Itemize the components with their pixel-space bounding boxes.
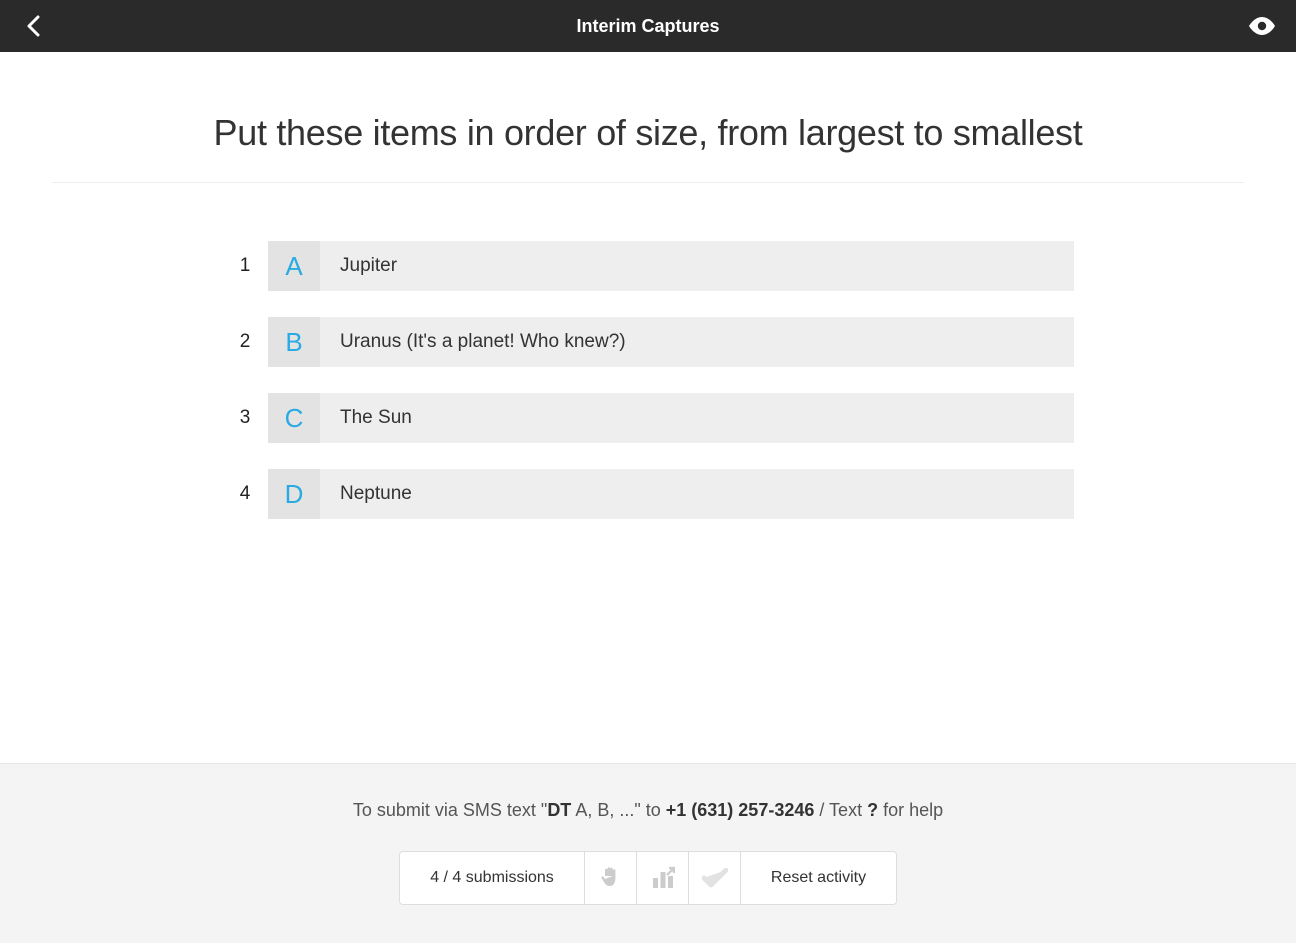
body-area: Put these items in order of size, from l… [0,52,1296,943]
sms-text: To submit via SMS text " [353,800,547,820]
divider [52,182,1244,183]
check-icon [702,868,728,888]
option-text: The Sun [320,407,412,429]
sortable-option[interactable]: B Uranus (It's a planet! Who knew?) [268,317,1074,367]
sms-text: / Text [814,800,867,820]
option-text: Neptune [320,483,412,505]
ordinal-number: 2 [222,331,268,353]
main-content: Put these items in order of size, from l… [0,52,1296,763]
sortable-option[interactable]: A Jupiter [268,241,1074,291]
options-list: 1 A Jupiter 2 B Uranus (It's a planet! W… [222,241,1074,519]
footer: To submit via SMS text "DT A, B, ..." to… [0,763,1296,943]
ordinal-number: 1 [222,255,268,277]
ordinal-number: 3 [222,407,268,429]
option-row: 4 D Neptune [222,469,1074,519]
ordinal-number: 4 [222,483,268,505]
page-title: Interim Captures [576,16,719,37]
back-button[interactable] [20,13,46,39]
eye-icon [1248,17,1276,35]
results-button[interactable] [637,852,689,904]
reveal-answer-button[interactable] [689,852,741,904]
sms-help-char: ? [867,800,878,820]
option-text: Jupiter [320,255,397,277]
activity-toolbar: 4 / 4 submissions Reset activity [399,851,897,905]
app-header: Interim Captures [0,0,1296,52]
sms-code: DT [547,800,571,820]
question-prompt: Put these items in order of size, from l… [0,112,1296,154]
option-row: 2 B Uranus (It's a planet! Who knew?) [222,317,1074,367]
option-letter: B [268,317,320,367]
pause-button[interactable] [585,852,637,904]
sms-text: A, B, ..." to [571,800,665,820]
sms-instructions: To submit via SMS text "DT A, B, ..." to… [353,800,943,821]
sms-text: for help [878,800,943,820]
sms-phone: +1 (631) 257-3246 [666,800,815,820]
option-row: 3 C The Sun [222,393,1074,443]
option-letter: D [268,469,320,519]
option-letter: A [268,241,320,291]
sortable-option[interactable]: C The Sun [268,393,1074,443]
sortable-option[interactable]: D Neptune [268,469,1074,519]
option-letter: C [268,393,320,443]
bar-chart-icon [651,866,675,890]
hand-icon [600,866,622,890]
reset-activity-button[interactable]: Reset activity [741,852,896,904]
option-text: Uranus (It's a planet! Who knew?) [320,331,626,353]
chevron-left-icon [26,15,40,37]
option-row: 1 A Jupiter [222,241,1074,291]
visibility-button[interactable] [1248,12,1276,40]
submissions-status: 4 / 4 submissions [400,852,585,904]
